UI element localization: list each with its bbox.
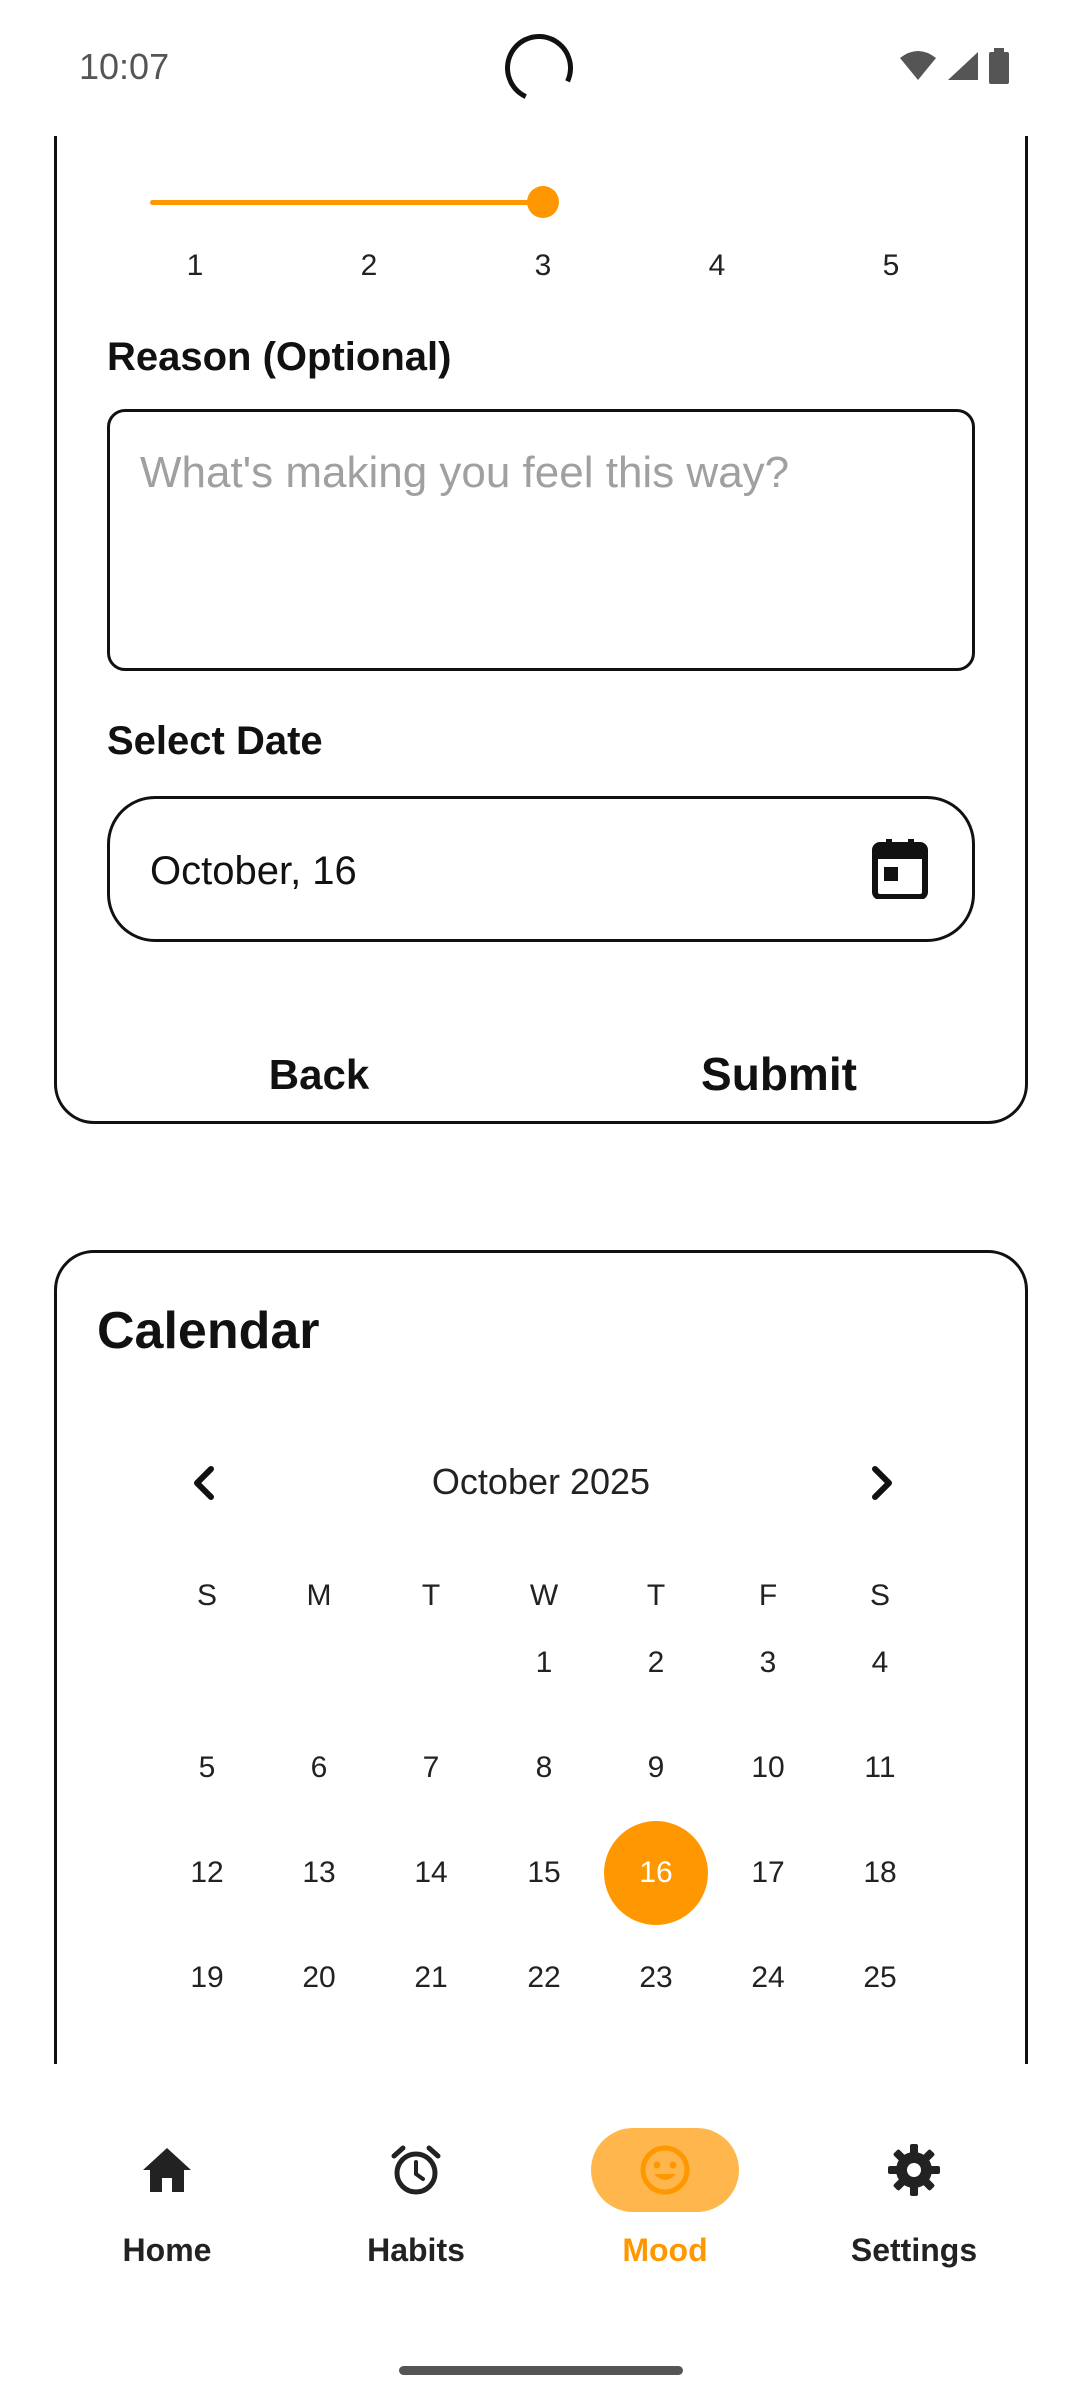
calendar-day[interactable]: 23: [604, 1926, 708, 2030]
calendar-day[interactable]: 25: [828, 1926, 932, 2030]
mood-slider-ticks: 1 2 3 4 5: [57, 249, 1025, 289]
calendar-day[interactable]: 19: [155, 1926, 259, 2030]
calendar-title: Calendar: [97, 1302, 320, 1360]
back-button[interactable]: Back: [169, 1051, 469, 1099]
calendar-card: Calendar October 2025 SMTWTFS 1234567891…: [54, 1250, 1028, 2064]
weekday-label: M: [306, 1579, 332, 1612]
slider-tick-label: 2: [360, 249, 378, 282]
chevron-right-icon[interactable]: [851, 1453, 911, 1513]
calendar-day[interactable]: 21: [379, 1926, 483, 2030]
calendar-day[interactable]: 13: [267, 1821, 371, 1925]
submit-button[interactable]: Submit: [629, 1047, 929, 1101]
weekday-label: S: [869, 1579, 890, 1612]
calendar-day[interactable]: 5: [155, 1716, 259, 1820]
weekday-label: T: [421, 1579, 441, 1612]
slider-tick-label: 3: [534, 249, 552, 282]
nav-label-mood: Mood: [622, 2232, 708, 2268]
smiley-icon: [640, 2145, 690, 2195]
calendar-day[interactable]: 9: [604, 1716, 708, 1820]
weekday-label: F: [758, 1579, 778, 1612]
reason-placeholder: What's making you feel this way?: [140, 448, 790, 497]
wifi-icon: [900, 51, 936, 80]
scroll-content[interactable]: 1 2 3 4 5 Reason (Optional) What's makin…: [0, 136, 1080, 2064]
calendar-day[interactable]: 18: [828, 1821, 932, 1925]
calendar-day[interactable]: 10: [716, 1716, 820, 1820]
nav-label-settings: Settings: [850, 2232, 978, 2268]
calendar-day[interactable]: 2: [604, 1611, 708, 1715]
bottom-navigation: Home Habits Mood Settings: [0, 2064, 1080, 2400]
signal-icon: [948, 52, 978, 80]
slider-tick-label: 1: [186, 249, 204, 282]
home-indicator[interactable]: [399, 2366, 683, 2375]
status-time: 10:07: [79, 46, 170, 87]
date-field[interactable]: October, 16: [107, 796, 975, 942]
calendar-day[interactable]: 17: [716, 1821, 820, 1925]
reason-input[interactable]: What's making you feel this way?: [107, 409, 975, 671]
nav-item-habits[interactable]: Habits: [296, 2128, 536, 2288]
calendar-day[interactable]: 22: [492, 1926, 596, 2030]
weekday-label: S: [196, 1579, 217, 1612]
nav-item-settings[interactable]: Settings: [794, 2128, 1034, 2288]
nav-item-home[interactable]: Home: [47, 2128, 287, 2288]
mood-slider-track[interactable]: [150, 200, 540, 205]
loading-spinner-icon: [495, 24, 583, 112]
battery-icon: [989, 48, 1009, 84]
calendar-day[interactable]: 24: [716, 1926, 820, 2030]
select-date-label: Select Date: [107, 719, 323, 763]
status-bar: 10:07: [0, 0, 1080, 136]
calendar-day[interactable]: 14: [379, 1821, 483, 1925]
calendar-icon[interactable]: [872, 839, 928, 899]
alarm-icon: [391, 2145, 441, 2195]
nav-label-home: Home: [122, 2232, 212, 2268]
calendar-day-selected[interactable]: 16: [604, 1821, 708, 1925]
calendar-day[interactable]: 8: [492, 1716, 596, 1820]
date-value: October, 16: [150, 849, 357, 893]
gear-icon: [888, 2144, 940, 2196]
weekday-label: W: [529, 1579, 559, 1612]
calendar-day[interactable]: 1: [492, 1611, 596, 1715]
calendar-day-grid: 1 2 3 4 5 6 7 8 9 10 11 12 13 14 15 16 17 18 19 20 21 22 23 24 2…: [57, 1643, 1025, 2064]
mood-slider-thumb[interactable]: [527, 186, 559, 218]
reason-label: Reason (Optional): [107, 335, 452, 379]
calendar-day[interactable]: 4: [828, 1611, 932, 1715]
mood-entry-card: 1 2 3 4 5 Reason (Optional) What's makin…: [54, 136, 1028, 1124]
weekday-label: T: [646, 1579, 666, 1612]
calendar-day[interactable]: 15: [492, 1821, 596, 1925]
calendar-day[interactable]: 7: [379, 1716, 483, 1820]
nav-label-habits: Habits: [367, 2232, 465, 2268]
home-icon: [143, 2148, 191, 2192]
month-navigation: October 2025: [57, 1453, 1025, 1513]
calendar-day[interactable]: 3: [716, 1611, 820, 1715]
calendar-day[interactable]: 12: [155, 1821, 259, 1925]
calendar-day[interactable]: 20: [267, 1926, 371, 2030]
calendar-day[interactable]: 11: [828, 1716, 932, 1820]
nav-item-mood[interactable]: Mood: [545, 2128, 785, 2288]
calendar-day[interactable]: 6: [267, 1716, 371, 1820]
slider-tick-label: 4: [708, 249, 726, 282]
status-icons: [898, 48, 1010, 84]
slider-tick-label: 5: [882, 249, 900, 282]
